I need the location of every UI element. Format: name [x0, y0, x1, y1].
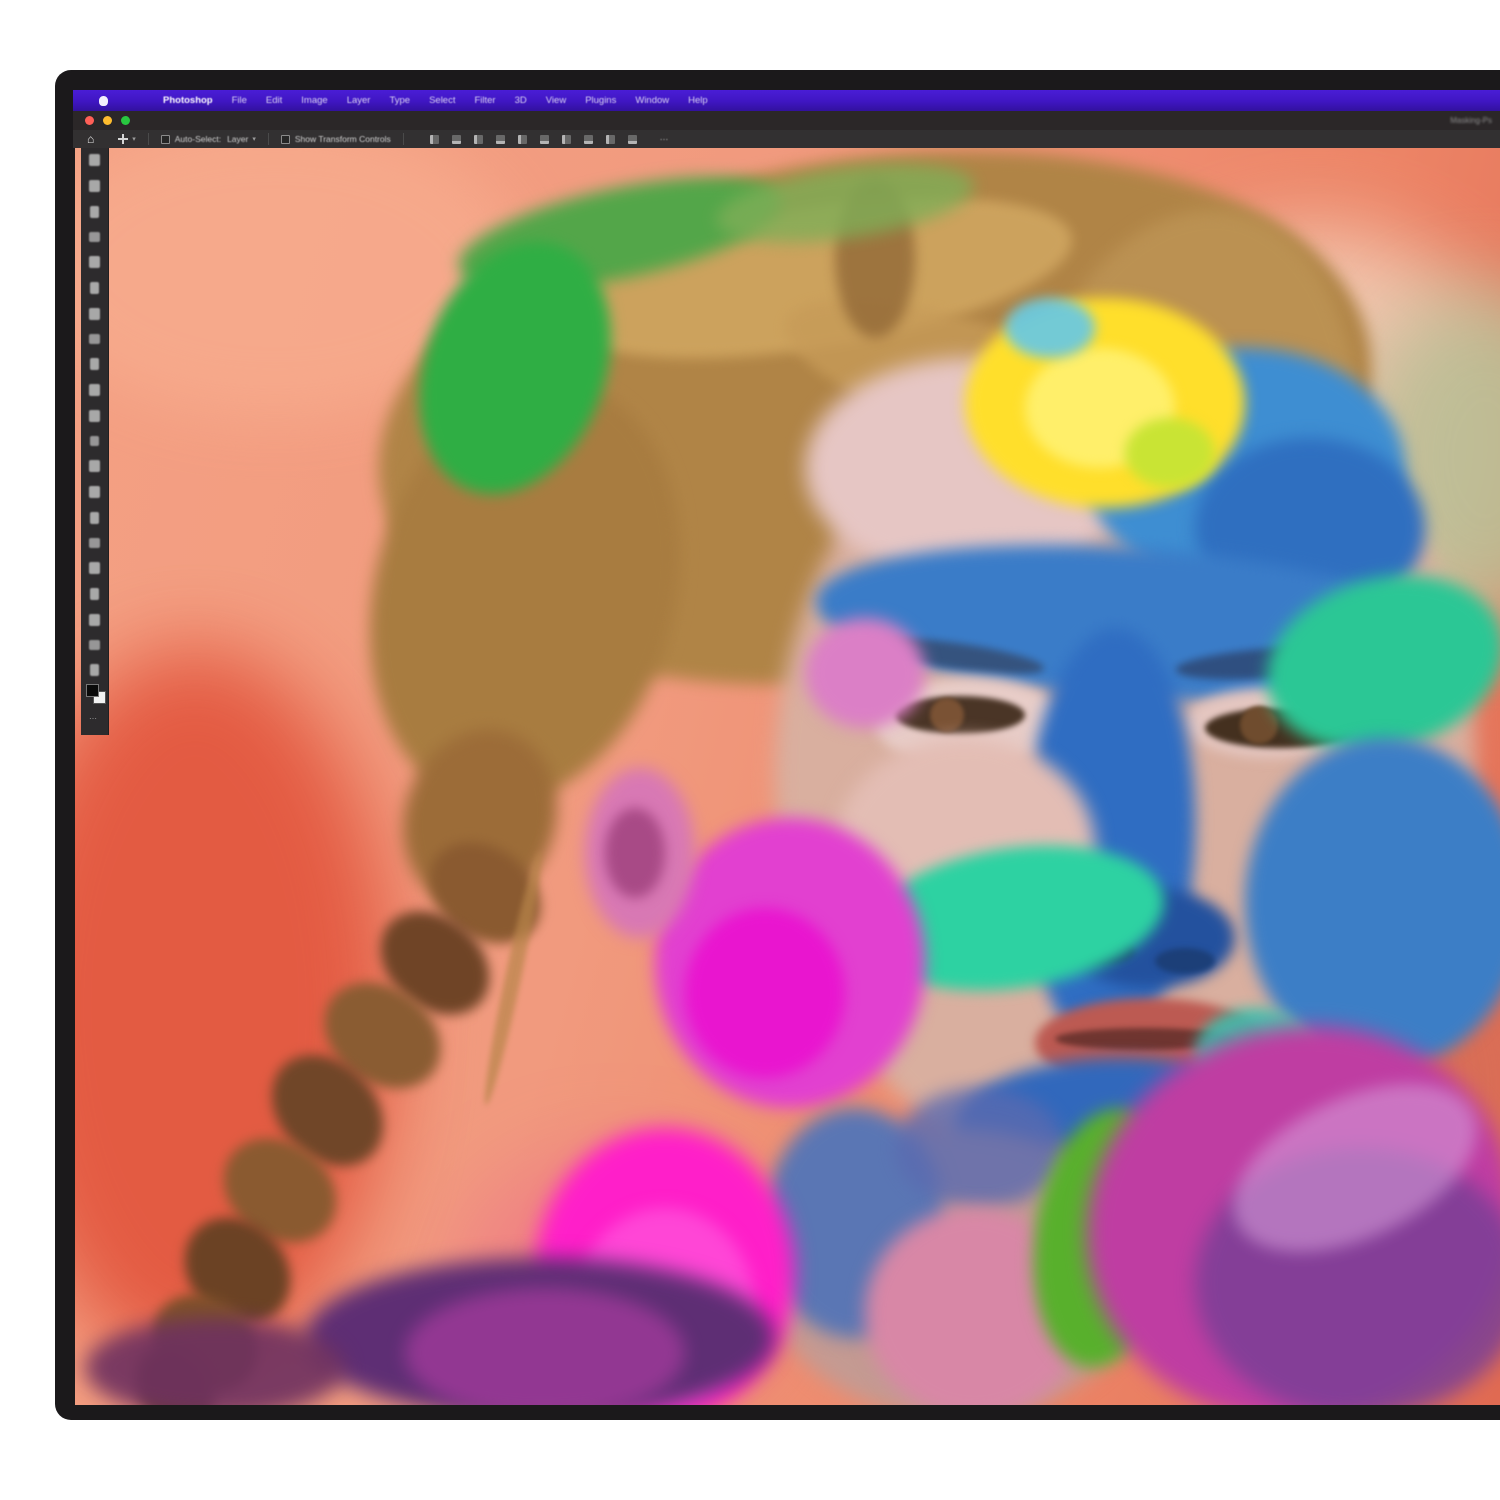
photoshop-window: Photoshop File Edit Image Layer Type Select Fil…	[55, 70, 1500, 1420]
edit-menu-item[interactable]: Edit	[266, 95, 282, 106]
dodge-tool[interactable]	[90, 512, 99, 524]
spot-healing-brush-tool[interactable]	[89, 334, 100, 344]
file-menu-item[interactable]: File	[232, 95, 247, 106]
close-button[interactable]	[85, 116, 94, 125]
history-brush-tool[interactable]	[89, 410, 100, 422]
lasso-tool[interactable]	[90, 206, 99, 218]
clone-stamp-tool[interactable]	[89, 384, 100, 396]
type-menu-item[interactable]: Type	[389, 95, 410, 106]
object-selection-tool[interactable]	[89, 232, 100, 242]
rectangle-tool[interactable]	[89, 614, 100, 626]
document-title: Masking-Ps	[1450, 116, 1492, 125]
plugins-menu-item[interactable]: Plugins	[585, 95, 616, 106]
eyedropper-tool[interactable]	[89, 308, 100, 320]
photo-nostril	[1155, 948, 1215, 974]
auto-select-label: Auto-Select:	[175, 134, 221, 144]
align-bottom-icon[interactable]	[540, 135, 549, 144]
type-tool[interactable]	[89, 562, 100, 574]
more-options-icon[interactable]: ⋯	[660, 134, 670, 145]
hand-tool[interactable]	[89, 640, 100, 650]
distribute-vertically-icon[interactable]	[584, 135, 593, 144]
filter-menu-item[interactable]: Filter	[474, 95, 495, 106]
align-icons	[430, 135, 650, 144]
move-tool-icon[interactable]	[118, 134, 128, 144]
photo-pink-paint	[805, 618, 925, 728]
auto-select-checkbox[interactable]	[161, 135, 170, 144]
eraser-tool[interactable]	[90, 436, 99, 446]
blur-tool[interactable]	[89, 486, 100, 498]
pen-tool[interactable]	[89, 538, 100, 548]
image-menu-item[interactable]: Image	[301, 95, 327, 106]
minimize-button[interactable]	[103, 116, 112, 125]
menu-bar: Photoshop File Edit Image Layer Type Select Fil…	[73, 90, 1500, 111]
photo-cyan-paint	[1005, 298, 1095, 358]
align-more-icon[interactable]	[628, 135, 637, 144]
distribute-spacing-icon[interactable]	[606, 135, 615, 144]
rectangular-marquee-tool[interactable]	[89, 180, 100, 192]
photoshop-menu-item[interactable]: Photoshop	[163, 95, 213, 106]
crop-tool[interactable]	[89, 256, 100, 268]
divider	[403, 133, 404, 145]
help-menu-item[interactable]: Help	[688, 95, 708, 106]
layer-menu-item[interactable]: Layer	[347, 95, 371, 106]
photo-ear-inner	[605, 808, 665, 898]
document-canvas[interactable]	[75, 148, 1500, 1405]
show-transform-checkbox[interactable]	[281, 135, 290, 144]
photo-right-iris	[1240, 706, 1278, 744]
chevron-down-icon: ▾	[132, 135, 136, 143]
brush-tool[interactable]	[90, 358, 99, 370]
align-horizontal-centers-icon[interactable]	[452, 135, 461, 144]
toolbar: ⋯	[81, 148, 109, 735]
home-icon[interactable]: ⌂	[87, 134, 94, 144]
frame-tool[interactable]	[90, 282, 99, 294]
path-selection-tool[interactable]	[90, 588, 99, 600]
select-menu-item[interactable]: Select	[429, 95, 455, 106]
chevron-down-icon: ▾	[252, 135, 256, 143]
apple-menu-icon[interactable]	[99, 96, 108, 106]
window-menu-item[interactable]: Window	[635, 95, 669, 106]
options-bar: ⌂ ▾ Auto-Select: Layer ▾ Show Transform …	[73, 130, 1500, 148]
move-tool[interactable]	[89, 154, 100, 166]
align-vertical-centers-icon[interactable]	[518, 135, 527, 144]
divider	[268, 133, 269, 145]
menu-items: Photoshop File Edit Image Layer Type Select Fil…	[163, 95, 727, 106]
toolbar-more-icon[interactable]: ⋯	[89, 714, 97, 723]
photo-neck-blue-paint	[895, 1088, 1065, 1208]
view-menu-item[interactable]: View	[546, 95, 566, 106]
gradient-tool[interactable]	[89, 460, 100, 472]
show-transform-label: Show Transform Controls	[295, 134, 391, 144]
photo-left-iris	[930, 698, 964, 732]
3d-menu-item[interactable]: 3D	[515, 95, 527, 106]
zoom-tool[interactable]	[90, 664, 99, 676]
photo-magenta-paint	[685, 908, 845, 1078]
align-top-icon[interactable]	[496, 135, 505, 144]
zoom-button[interactable]	[121, 116, 130, 125]
divider	[148, 133, 149, 145]
align-left-icon[interactable]	[430, 135, 439, 144]
photo-chartreuse-paint	[1125, 418, 1215, 488]
tools	[81, 154, 108, 690]
align-right-icon[interactable]	[474, 135, 483, 144]
foreground-color-swatch[interactable]	[86, 684, 99, 697]
auto-select-dropdown[interactable]: Layer	[227, 134, 248, 144]
title-bar: Masking-Ps	[73, 111, 1500, 130]
distribute-horizontally-icon[interactable]	[562, 135, 571, 144]
